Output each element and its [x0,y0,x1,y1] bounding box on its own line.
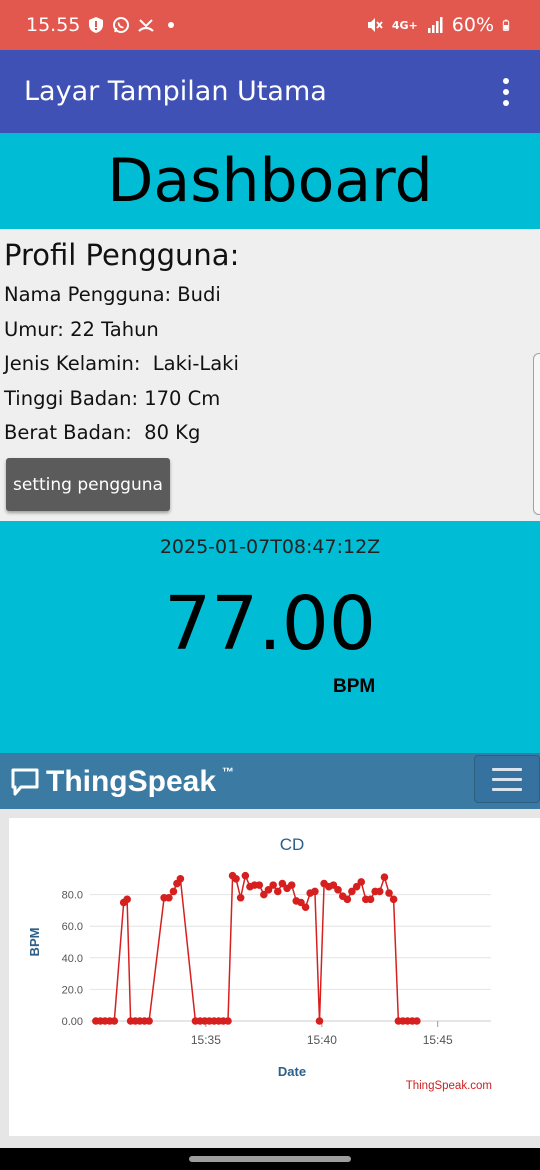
profile-age: Umur: 22 Tahun [4,318,159,341]
signal-icon [427,17,443,33]
data-point [176,875,185,883]
data-point [413,1017,421,1025]
profile-weight: Berat Badan: 80 Kg [4,421,201,444]
trademark: ™ [222,765,235,779]
bpm-unit: BPM [333,676,376,697]
data-point [273,887,282,896]
data-point [389,895,398,904]
data-point [236,893,245,902]
chart-credit: ThingSpeak.com [406,1080,492,1092]
profile-title: Profil Pengguna: [4,238,240,272]
thingspeak-header: ThingSpeak ™ [0,753,540,809]
data-point [224,1017,232,1025]
data-point [145,1017,153,1025]
data-point [375,887,384,896]
data-point [269,881,277,889]
home-gesture-handle[interactable] [189,1156,351,1162]
x-axis-label: Date [278,1064,306,1079]
profile-height: Tinggi Badan: 170 Cm [4,387,221,410]
chart-area: CD 0.00 20.0 40.0 60.0 80.0 15:35 15:40 15:45 Dat… [0,809,540,1148]
y-tick-label: 60.0 [62,921,83,933]
data-point [315,1017,324,1025]
data-point [343,895,352,904]
status-bar: 15.55 4G+ 60% [0,0,540,50]
data-point [165,893,173,902]
y-tick-label: 40.0 [62,953,83,965]
chart-card: CD 0.00 20.0 40.0 60.0 80.0 15:35 15:40 15:45 Dat… [9,818,540,1136]
shield-alert-icon [89,17,104,33]
data-point [311,887,319,896]
hamburger-icon[interactable] [474,755,540,803]
data-point [110,1017,119,1025]
data-point [380,873,389,882]
thingspeak-brand: ThingSpeak [46,765,217,798]
x-tick-label: 15:45 [423,1033,453,1047]
data-point [366,895,375,904]
profile-name: Nama Pengguna: Budi [4,283,221,306]
battery-percent: 60% [451,14,494,36]
more-vert-icon[interactable] [486,67,526,117]
y-axis-label: BPM [27,928,42,957]
data-point [241,871,250,880]
system-nav-bar [0,1148,540,1170]
thingspeak-logo[interactable]: ThingSpeak ™ [10,765,234,799]
bpm-value: 77.00 [164,581,376,667]
status-time: 15.55 [26,14,81,36]
data-point [385,889,393,897]
chart-title: CD [280,835,305,854]
x-tick-label: 15:35 [191,1033,221,1047]
data-point [334,886,342,894]
dot-icon [168,22,175,28]
missed-call-icon [138,19,155,32]
profile-gender: Jenis Kelamin: Laki-Laki [4,352,239,375]
network-4g-icon: 4G+ [391,18,418,32]
bpm-reading-panel: 2025-01-07T08:47:12Z 77.00 BPM [0,521,540,753]
dashboard-title: Dashboard [0,133,540,229]
data-point [123,895,131,904]
speech-bubble-icon [11,768,39,796]
app-title: Layar Tampilan Utama [24,76,327,107]
data-point [232,875,240,883]
profile-section: Profil Pengguna: Nama Pengguna: Budi Umu… [0,229,540,521]
data-point [357,878,366,886]
setting-user-button[interactable]: setting pengguna [6,458,170,511]
data-point [255,881,264,889]
data-point [301,903,310,912]
scroll-handle[interactable] [533,353,540,515]
y-tick-label: 0.00 [62,1016,83,1028]
whatsapp-icon [113,17,130,33]
reading-timestamp: 2025-01-07T08:47:12Z [159,536,381,558]
bpm-chart: CD 0.00 20.0 40.0 60.0 80.0 15:35 15:40 15:45 Dat… [27,835,492,1092]
data-point [287,881,296,889]
y-tick-label: 80.0 [62,890,83,902]
mute-icon [367,18,383,32]
data-point [169,887,178,896]
app-bar: Layar Tampilan Utama [0,50,540,133]
battery-icon [502,19,510,31]
y-tick-label: 20.0 [62,984,83,996]
x-tick-label: 15:40 [307,1033,337,1047]
